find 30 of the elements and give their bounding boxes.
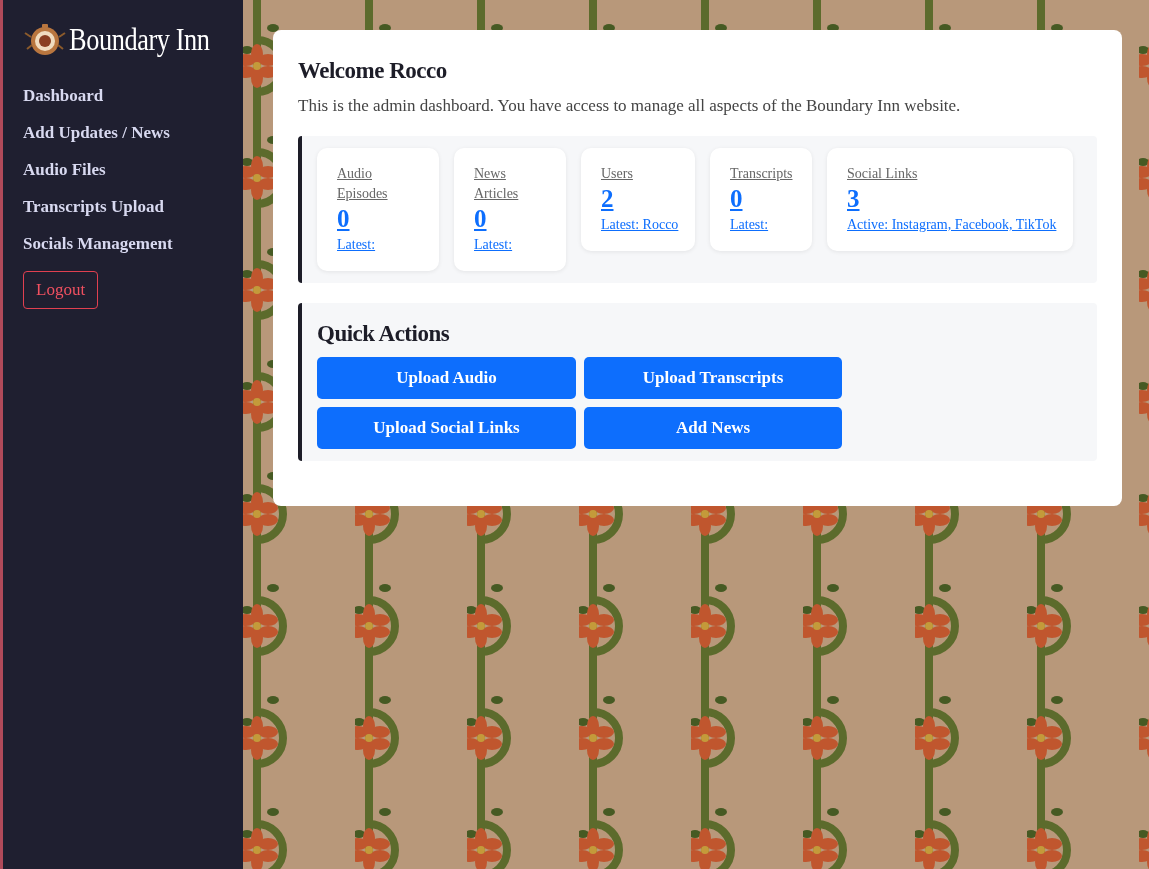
action-button[interactable]: Upload Audio (317, 357, 576, 399)
stat-latest-link[interactable]: Latest: Rocco (601, 214, 679, 235)
nav-link[interactable]: Add Updates / News (23, 115, 170, 152)
pocket-watch-icon (23, 23, 67, 57)
stat-label-link[interactable]: Transcripts (730, 164, 793, 184)
stat-label-link[interactable]: Audio Episodes (337, 164, 425, 204)
nav-link[interactable]: Dashboard (23, 78, 104, 115)
nav-link[interactable]: Audio Files (23, 152, 106, 189)
action-button[interactable]: Upload Social Links (317, 407, 576, 449)
stat-value-link[interactable]: 0 (474, 204, 487, 234)
nav-link[interactable]: Socials Management (23, 226, 173, 263)
stat-label-link[interactable]: Users (601, 164, 633, 184)
site-title: Boundary Inn (69, 22, 210, 58)
stat-label-link[interactable]: News Articles (474, 164, 552, 204)
nav-link[interactable]: Transcripts Upload (23, 189, 164, 226)
logout-button[interactable]: Logout (23, 271, 99, 309)
quick-actions-heading: Quick Actions (317, 321, 450, 347)
action-button[interactable]: Add News (584, 407, 842, 449)
intro-text: This is the admin dashboard. You have access to manage all aspects of the Boundary Inn website. (298, 96, 962, 116)
action-button[interactable]: Upload Transcripts (584, 357, 842, 399)
stat-value-link[interactable]: 3 (847, 184, 860, 214)
welcome-heading: Welcome Rocco (298, 58, 448, 84)
stat-value-link[interactable]: 2 (601, 184, 614, 214)
stat-latest-link[interactable]: Latest: (730, 214, 769, 235)
stat-latest-link[interactable]: Active: Instagram, Facebook, TikTok (847, 214, 1057, 235)
stat-latest-link[interactable]: Latest: (474, 234, 513, 255)
stat-value-link[interactable]: 0 (730, 184, 743, 214)
stat-value-link[interactable]: 0 (337, 204, 350, 234)
stat-latest-link[interactable]: Latest: (337, 234, 376, 255)
stat-label-link[interactable]: Social Links (847, 164, 918, 184)
